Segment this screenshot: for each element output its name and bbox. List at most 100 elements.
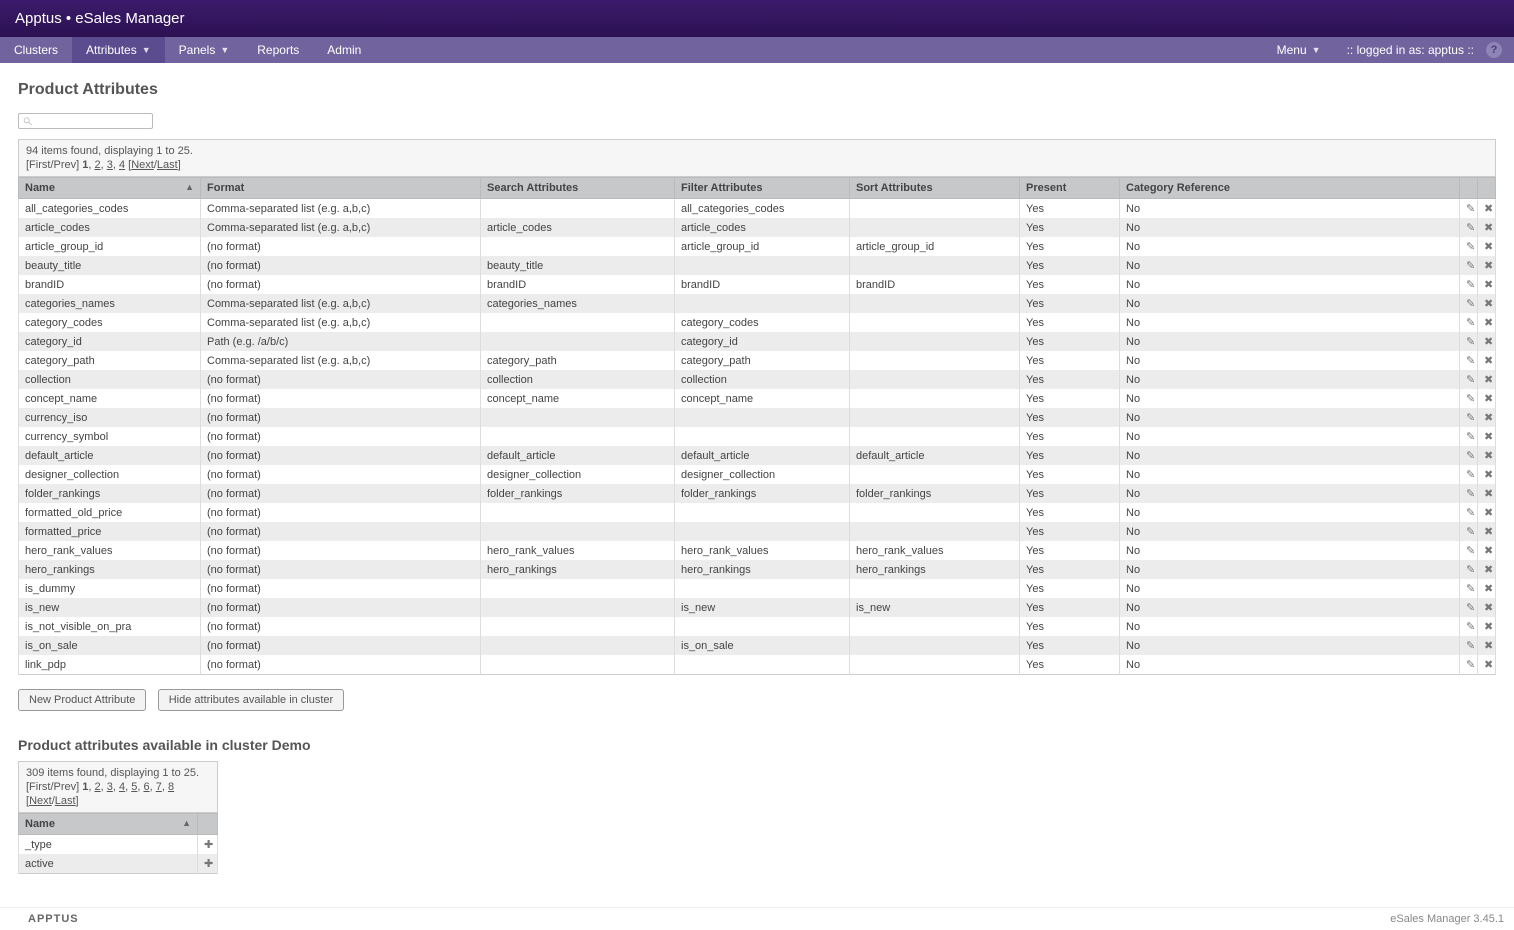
edit-icon[interactable]: ✎ (1460, 636, 1478, 655)
pager-page-3[interactable]: 3 (107, 159, 113, 171)
delete-icon[interactable]: ✖ (1478, 389, 1496, 408)
cluster-pager-last[interactable]: Last (55, 795, 76, 807)
edit-icon[interactable]: ✎ (1460, 332, 1478, 351)
search-input[interactable] (36, 115, 148, 127)
main-list-meta: 94 items found, displaying 1 to 25. [Fir… (18, 139, 1496, 177)
add-icon[interactable]: ✚ (198, 835, 218, 855)
edit-icon[interactable]: ✎ (1460, 617, 1478, 636)
edit-icon[interactable]: ✎ (1460, 237, 1478, 256)
edit-icon[interactable]: ✎ (1460, 503, 1478, 522)
edit-icon[interactable]: ✎ (1460, 541, 1478, 560)
edit-icon[interactable]: ✎ (1460, 655, 1478, 675)
cell-format: (no format) (201, 503, 481, 522)
nav-attributes[interactable]: Attributes▼ (72, 37, 165, 63)
nav-panels[interactable]: Panels▼ (165, 37, 244, 63)
edit-icon[interactable]: ✎ (1460, 218, 1478, 237)
add-icon[interactable]: ✚ (198, 854, 218, 874)
table-row: category_codesComma-separated list (e.g.… (19, 313, 1496, 332)
edit-icon[interactable]: ✎ (1460, 275, 1478, 294)
pager-page-2[interactable]: 2 (94, 781, 100, 793)
pager-page-7[interactable]: 7 (156, 781, 162, 793)
delete-icon[interactable]: ✖ (1478, 237, 1496, 256)
nav-admin[interactable]: Admin (313, 37, 375, 63)
pager-page-3[interactable]: 3 (107, 781, 113, 793)
nav-reports[interactable]: Reports (243, 37, 313, 63)
edit-icon[interactable]: ✎ (1460, 199, 1478, 219)
col-format[interactable]: Format (201, 178, 481, 199)
delete-icon[interactable]: ✖ (1478, 484, 1496, 503)
edit-icon[interactable]: ✎ (1460, 484, 1478, 503)
delete-icon[interactable]: ✖ (1478, 522, 1496, 541)
cell-name: collection (19, 370, 201, 389)
edit-icon[interactable]: ✎ (1460, 446, 1478, 465)
nav-clusters[interactable]: Clusters (0, 37, 72, 63)
cell-name: default_article (19, 446, 201, 465)
edit-icon[interactable]: ✎ (1460, 351, 1478, 370)
delete-icon[interactable]: ✖ (1478, 655, 1496, 675)
delete-icon[interactable]: ✖ (1478, 617, 1496, 636)
delete-icon[interactable]: ✖ (1478, 579, 1496, 598)
delete-icon[interactable]: ✖ (1478, 598, 1496, 617)
pager-page-6[interactable]: 6 (143, 781, 149, 793)
edit-icon[interactable]: ✎ (1460, 256, 1478, 275)
delete-icon[interactable]: ✖ (1478, 446, 1496, 465)
delete-icon[interactable]: ✖ (1478, 275, 1496, 294)
delete-icon[interactable]: ✖ (1478, 560, 1496, 579)
pager-page-4[interactable]: 4 (119, 159, 125, 171)
cell-filter (675, 408, 850, 427)
table-row: is_dummy(no format)YesNo✎✖ (19, 579, 1496, 598)
delete-icon[interactable]: ✖ (1478, 256, 1496, 275)
cell-cat: No (1120, 598, 1460, 617)
cell-format: (no format) (201, 484, 481, 503)
delete-icon[interactable]: ✖ (1478, 636, 1496, 655)
help-icon[interactable]: ? (1486, 42, 1502, 58)
pager-next[interactable]: Next (131, 159, 154, 171)
new-product-attribute-button[interactable]: New Product Attribute (18, 689, 146, 711)
delete-icon[interactable]: ✖ (1478, 332, 1496, 351)
edit-icon[interactable]: ✎ (1460, 389, 1478, 408)
pager-page-4[interactable]: 4 (119, 781, 125, 793)
col-sort-attributes[interactable]: Sort Attributes (850, 178, 1020, 199)
delete-icon[interactable]: ✖ (1478, 408, 1496, 427)
hide-attributes-button[interactable]: Hide attributes available in cluster (158, 689, 344, 711)
delete-icon[interactable]: ✖ (1478, 465, 1496, 484)
pager-page-2[interactable]: 2 (94, 159, 100, 171)
col-filter-attributes[interactable]: Filter Attributes (675, 178, 850, 199)
edit-icon[interactable]: ✎ (1460, 598, 1478, 617)
delete-icon[interactable]: ✖ (1478, 313, 1496, 332)
edit-icon[interactable]: ✎ (1460, 579, 1478, 598)
col-category-reference[interactable]: Category Reference (1120, 178, 1460, 199)
edit-icon[interactable]: ✎ (1460, 408, 1478, 427)
edit-icon[interactable]: ✎ (1460, 427, 1478, 446)
edit-icon[interactable]: ✎ (1460, 522, 1478, 541)
col-present[interactable]: Present (1020, 178, 1120, 199)
sort-asc-icon: ▲ (182, 818, 191, 828)
edit-icon[interactable]: ✎ (1460, 560, 1478, 579)
cell-search: collection (481, 370, 675, 389)
cluster-col-name[interactable]: Name▲ (19, 814, 198, 835)
pager-page-5[interactable]: 5 (131, 781, 137, 793)
col-name[interactable]: Name▲ (19, 178, 201, 199)
delete-icon[interactable]: ✖ (1478, 370, 1496, 389)
edit-icon[interactable]: ✎ (1460, 294, 1478, 313)
cell-name: all_categories_codes (19, 199, 201, 219)
pager-last[interactable]: Last (157, 159, 178, 171)
delete-icon[interactable]: ✖ (1478, 503, 1496, 522)
cluster-pager-next[interactable]: Next (29, 795, 52, 807)
edit-icon[interactable]: ✎ (1460, 313, 1478, 332)
cell-filter: hero_rank_values (675, 541, 850, 560)
delete-icon[interactable]: ✖ (1478, 351, 1496, 370)
delete-icon[interactable]: ✖ (1478, 294, 1496, 313)
cell-name: beauty_title (19, 256, 201, 275)
menu-dropdown[interactable]: Menu ▼ (1263, 43, 1335, 57)
delete-icon[interactable]: ✖ (1478, 427, 1496, 446)
search-box[interactable] (18, 113, 153, 129)
delete-icon[interactable]: ✖ (1478, 199, 1496, 219)
delete-icon[interactable]: ✖ (1478, 218, 1496, 237)
delete-icon[interactable]: ✖ (1478, 541, 1496, 560)
pager-page-8[interactable]: 8 (168, 781, 174, 793)
col-search-attributes[interactable]: Search Attributes (481, 178, 675, 199)
table-row: currency_symbol(no format)YesNo✎✖ (19, 427, 1496, 446)
edit-icon[interactable]: ✎ (1460, 370, 1478, 389)
edit-icon[interactable]: ✎ (1460, 465, 1478, 484)
